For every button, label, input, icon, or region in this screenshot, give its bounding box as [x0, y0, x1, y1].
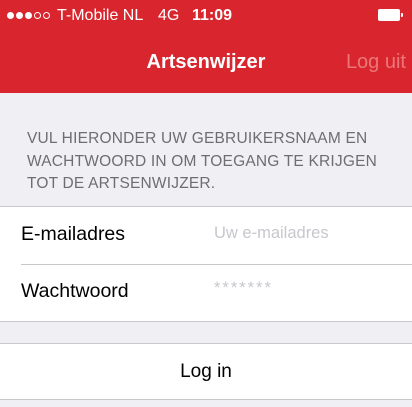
status-time: 11:09	[192, 7, 233, 24]
login-instructions: VUL HIERONDER UW GEBRUIKERSNAAM EN WACHT…	[27, 130, 378, 192]
signal-dot	[25, 12, 32, 19]
signal-dot	[43, 12, 50, 19]
password-field[interactable]: *******	[214, 279, 273, 298]
carrier-name: T-Mobile NL	[57, 7, 144, 24]
email-label: E-mailadres	[21, 223, 126, 245]
navigation-header: T-Mobile NL 4G 11:09 Artsenwijzer Log ui…	[0, 0, 412, 93]
signal-dot	[34, 12, 41, 19]
password-label: Wachtwoord	[21, 280, 129, 302]
email-row[interactable]: E-mailadres Uw e-mailadres	[0, 207, 412, 264]
signal-dot	[16, 12, 23, 19]
network-type: 4G	[158, 7, 180, 24]
login-button-label[interactable]: Log in	[0, 361, 412, 383]
logout-button[interactable]: Log uit	[346, 51, 406, 74]
status-bar: T-Mobile NL 4G 11:09	[0, 0, 412, 34]
password-row[interactable]: Wachtwoord *******	[0, 264, 412, 321]
email-field[interactable]: Uw e-mailadres	[214, 224, 329, 243]
signal-dot	[7, 12, 14, 19]
login-button[interactable]: Log in	[0, 343, 412, 400]
battery-icon	[378, 9, 404, 21]
signal-strength-icon	[7, 12, 50, 19]
login-form: E-mailadres Uw e-mailadres Wachtwoord **…	[0, 206, 412, 322]
